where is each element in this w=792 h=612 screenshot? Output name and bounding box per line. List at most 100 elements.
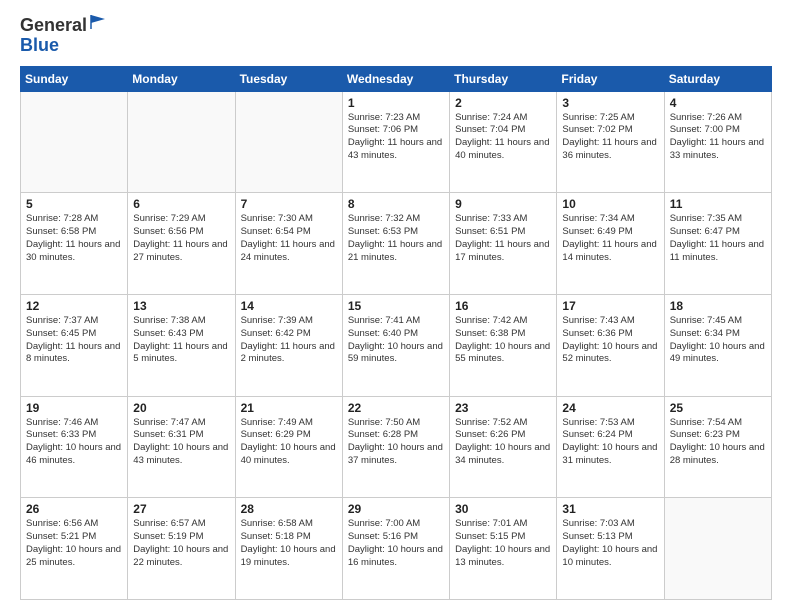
calendar-cell: 9 Sunrise: 7:33 AM Sunset: 6:51 PM Daylig… [450,193,557,295]
weekday-header: Friday [557,66,664,91]
calendar-cell: 26 Sunrise: 6:56 AM Sunset: 5:21 PM Dayli… [21,498,128,600]
calendar-cell [235,91,342,193]
day-info: Sunrise: 7:45 AM Sunset: 6:34 PM Dayligh… [670,315,766,366]
day-info: Sunrise: 7:42 AM Sunset: 6:38 PM Dayligh… [455,315,551,366]
day-number: 10 [562,197,658,211]
calendar-cell: 1Sunrise: 7:23 AM Sunset: 7:06 PM Daylig… [342,91,449,193]
day-info: Sunrise: 7:38 AM Sunset: 6:43 PM Dayligh… [133,315,229,366]
logo-flag-icon [89,13,107,31]
calendar-cell [664,498,771,600]
day-number: 24 [562,401,658,415]
calendar-week-row: 5 Sunrise: 7:28 AM Sunset: 6:58 PM Daylig… [21,193,772,295]
logo: General Blue [20,16,107,56]
calendar-page: General Blue SundayMondayTuesdayWednesda… [0,0,792,612]
day-info: Sunrise: 7:29 AM Sunset: 6:56 PM Dayligh… [133,213,229,264]
calendar-cell: 29 Sunrise: 7:00 AM Sunset: 5:16 PM Dayli… [342,498,449,600]
day-number: 26 [26,502,122,516]
day-number: 20 [133,401,229,415]
day-info: Sunrise: 7:37 AM Sunset: 6:45 PM Dayligh… [26,315,122,366]
day-info: Sunrise: 7:01 AM Sunset: 5:15 PM Dayligh… [455,518,551,569]
day-number: 8 [348,197,444,211]
day-number: 23 [455,401,551,415]
day-info: Sunrise: 7:30 AM Sunset: 6:54 PM Dayligh… [241,213,337,264]
day-number: 31 [562,502,658,516]
day-info: Sunrise: 7:24 AM Sunset: 7:04 PM Dayligh… [455,112,551,163]
day-info: Sunrise: 7:47 AM Sunset: 6:31 PM Dayligh… [133,417,229,468]
day-number: 3 [562,96,658,110]
calendar-cell: 7 Sunrise: 7:30 AM Sunset: 6:54 PM Daylig… [235,193,342,295]
calendar-cell: 11Sunrise: 7:35 AM Sunset: 6:47 PM Dayli… [664,193,771,295]
calendar-cell [21,91,128,193]
weekday-header-row: SundayMondayTuesdayWednesdayThursdayFrid… [21,66,772,91]
day-info: Sunrise: 7:39 AM Sunset: 6:42 PM Dayligh… [241,315,337,366]
calendar-cell: 2 Sunrise: 7:24 AM Sunset: 7:04 PM Daylig… [450,91,557,193]
day-info: Sunrise: 7:28 AM Sunset: 6:58 PM Dayligh… [26,213,122,264]
calendar-cell: 6 Sunrise: 7:29 AM Sunset: 6:56 PM Daylig… [128,193,235,295]
day-info: Sunrise: 7:41 AM Sunset: 6:40 PM Dayligh… [348,315,444,366]
calendar-cell: 14Sunrise: 7:39 AM Sunset: 6:42 PM Dayli… [235,294,342,396]
calendar-cell: 12 Sunrise: 7:37 AM Sunset: 6:45 PM Dayli… [21,294,128,396]
day-info: Sunrise: 6:56 AM Sunset: 5:21 PM Dayligh… [26,518,122,569]
day-number: 12 [26,299,122,313]
calendar-cell: 23 Sunrise: 7:52 AM Sunset: 6:26 PM Dayli… [450,396,557,498]
weekday-header: Saturday [664,66,771,91]
day-info: Sunrise: 7:00 AM Sunset: 5:16 PM Dayligh… [348,518,444,569]
day-number: 27 [133,502,229,516]
day-number: 29 [348,502,444,516]
calendar-cell: 17 Sunrise: 7:43 AM Sunset: 6:36 PM Dayli… [557,294,664,396]
calendar-cell: 15Sunrise: 7:41 AM Sunset: 6:40 PM Dayli… [342,294,449,396]
day-number: 6 [133,197,229,211]
calendar-cell: 8 Sunrise: 7:32 AM Sunset: 6:53 PM Daylig… [342,193,449,295]
weekday-header: Sunday [21,66,128,91]
day-number: 7 [241,197,337,211]
day-number: 22 [348,401,444,415]
day-info: Sunrise: 7:52 AM Sunset: 6:26 PM Dayligh… [455,417,551,468]
day-number: 28 [241,502,337,516]
calendar-cell [128,91,235,193]
day-info: Sunrise: 7:32 AM Sunset: 6:53 PM Dayligh… [348,213,444,264]
calendar-cell: 30 Sunrise: 7:01 AM Sunset: 5:15 PM Dayli… [450,498,557,600]
day-number: 25 [670,401,766,415]
calendar-week-row: 12 Sunrise: 7:37 AM Sunset: 6:45 PM Dayli… [21,294,772,396]
calendar-cell: 18Sunrise: 7:45 AM Sunset: 6:34 PM Dayli… [664,294,771,396]
calendar-cell: 20 Sunrise: 7:47 AM Sunset: 6:31 PM Dayli… [128,396,235,498]
day-info: Sunrise: 7:50 AM Sunset: 6:28 PM Dayligh… [348,417,444,468]
calendar-cell: 16Sunrise: 7:42 AM Sunset: 6:38 PM Dayli… [450,294,557,396]
calendar-cell: 19 Sunrise: 7:46 AM Sunset: 6:33 PM Dayli… [21,396,128,498]
day-number: 9 [455,197,551,211]
day-info: Sunrise: 7:25 AM Sunset: 7:02 PM Dayligh… [562,112,658,163]
calendar-cell: 21 Sunrise: 7:49 AM Sunset: 6:29 PM Dayli… [235,396,342,498]
day-info: Sunrise: 7:49 AM Sunset: 6:29 PM Dayligh… [241,417,337,468]
calendar-cell: 28 Sunrise: 6:58 AM Sunset: 5:18 PM Dayli… [235,498,342,600]
weekday-header: Thursday [450,66,557,91]
day-number: 21 [241,401,337,415]
logo-blue: Blue [20,35,59,55]
calendar-week-row: 19 Sunrise: 7:46 AM Sunset: 6:33 PM Dayli… [21,396,772,498]
calendar-cell: 25 Sunrise: 7:54 AM Sunset: 6:23 PM Dayli… [664,396,771,498]
day-number: 19 [26,401,122,415]
day-info: Sunrise: 7:46 AM Sunset: 6:33 PM Dayligh… [26,417,122,468]
day-info: Sunrise: 7:03 AM Sunset: 5:13 PM Dayligh… [562,518,658,569]
day-info: Sunrise: 7:43 AM Sunset: 6:36 PM Dayligh… [562,315,658,366]
day-info: Sunrise: 6:58 AM Sunset: 5:18 PM Dayligh… [241,518,337,569]
day-number: 4 [670,96,766,110]
calendar-cell: 3 Sunrise: 7:25 AM Sunset: 7:02 PM Daylig… [557,91,664,193]
day-info: Sunrise: 6:57 AM Sunset: 5:19 PM Dayligh… [133,518,229,569]
day-info: Sunrise: 7:53 AM Sunset: 6:24 PM Dayligh… [562,417,658,468]
calendar-week-row: 26 Sunrise: 6:56 AM Sunset: 5:21 PM Dayli… [21,498,772,600]
day-info: Sunrise: 7:23 AM Sunset: 7:06 PM Dayligh… [348,112,444,163]
day-number: 5 [26,197,122,211]
day-info: Sunrise: 7:35 AM Sunset: 6:47 PM Dayligh… [670,213,766,264]
calendar-cell: 4Sunrise: 7:26 AM Sunset: 7:00 PM Daylig… [664,91,771,193]
day-number: 13 [133,299,229,313]
day-number: 30 [455,502,551,516]
calendar-cell: 13 Sunrise: 7:38 AM Sunset: 6:43 PM Dayli… [128,294,235,396]
calendar-table: SundayMondayTuesdayWednesdayThursdayFrid… [20,66,772,600]
calendar-cell: 5 Sunrise: 7:28 AM Sunset: 6:58 PM Daylig… [21,193,128,295]
day-info: Sunrise: 7:33 AM Sunset: 6:51 PM Dayligh… [455,213,551,264]
day-info: Sunrise: 7:54 AM Sunset: 6:23 PM Dayligh… [670,417,766,468]
day-number: 17 [562,299,658,313]
calendar-cell: 31 Sunrise: 7:03 AM Sunset: 5:13 PM Dayli… [557,498,664,600]
day-number: 2 [455,96,551,110]
logo-general: General [20,15,87,35]
